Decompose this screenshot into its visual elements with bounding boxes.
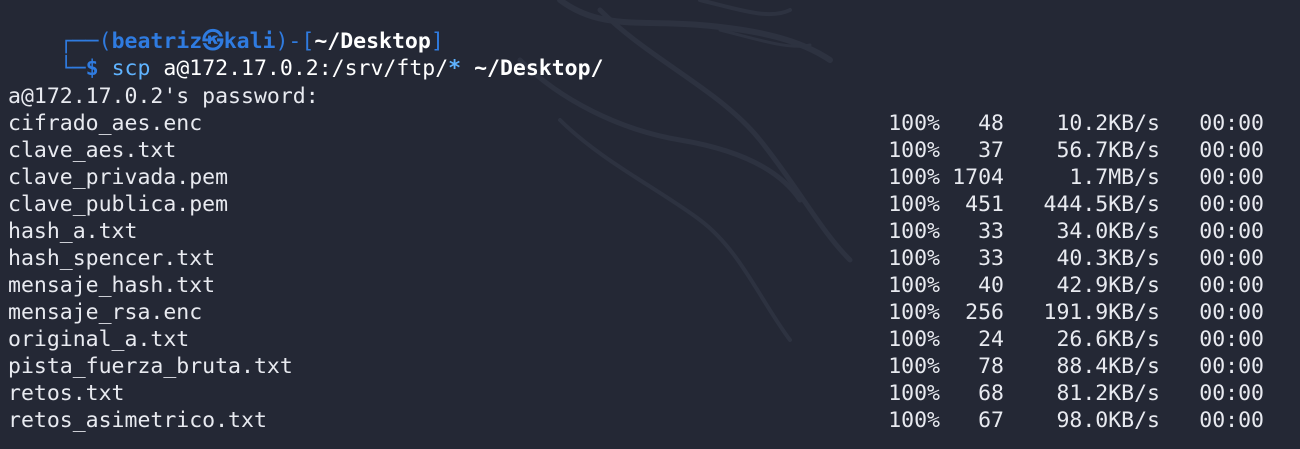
transfer-file-name: hash_a.txt bbox=[8, 219, 138, 244]
transfer-row: hash_a.txt 100% 33 34.0KB/s 00:00 bbox=[8, 218, 1288, 245]
transfer-size: 68 bbox=[978, 381, 1004, 406]
transfer-time: 00:00 bbox=[1199, 192, 1264, 217]
transfer-rate: 98.0KB/s bbox=[1056, 408, 1160, 433]
command-glob: * bbox=[448, 56, 462, 81]
transfer-rate: 42.9KB/s bbox=[1056, 273, 1160, 298]
transfer-time: 00:00 bbox=[1199, 246, 1264, 271]
transfer-file-name: hash_spencer.txt bbox=[8, 246, 216, 271]
transfer-size: 33 bbox=[978, 246, 1004, 271]
transfer-file-name: clave_aes.txt bbox=[8, 138, 177, 163]
transfer-percent: 100% bbox=[888, 165, 940, 190]
transfer-percent: 100% bbox=[888, 111, 940, 136]
transfer-size: 33 bbox=[978, 219, 1004, 244]
transfer-file-name: mensaje_rsa.enc bbox=[8, 300, 203, 325]
transfer-size: 1704 bbox=[952, 165, 1004, 190]
transfer-rate: 26.6KB/s bbox=[1056, 327, 1160, 352]
transfer-rate: 10.2KB/s bbox=[1056, 111, 1160, 136]
transfer-row: hash_spencer.txt 100% 33 40.3KB/s 00:00 bbox=[8, 245, 1288, 272]
transfer-percent: 100% bbox=[888, 408, 940, 433]
transfer-percent: 100% bbox=[888, 300, 940, 325]
transfer-file-name: retos.txt bbox=[8, 381, 125, 406]
transfer-file-name: pista_fuerza_bruta.txt bbox=[8, 354, 293, 379]
transfer-time: 00:00 bbox=[1199, 165, 1264, 190]
transfer-file-name: mensaje_hash.txt bbox=[8, 273, 216, 298]
transfer-time: 00:00 bbox=[1199, 273, 1264, 298]
transfer-file-name: retos_asimetrico.txt bbox=[8, 408, 267, 433]
command-source-arg: a@172.17.0.2:/srv/ftp/ bbox=[163, 56, 449, 81]
transfer-time: 00:00 bbox=[1199, 111, 1264, 136]
transfer-row: mensaje_hash.txt 100% 40 42.9KB/s 00:00 bbox=[8, 272, 1288, 299]
terminal-window[interactable]: ┌──(beatriz㉿kali)-[~/Desktop] └─$ scp a@… bbox=[0, 0, 1300, 449]
transfer-size: 78 bbox=[978, 354, 1004, 379]
transfer-size: 256 bbox=[965, 300, 1004, 325]
prompt-dollar: $ bbox=[85, 56, 99, 81]
transfer-rate: 34.0KB/s bbox=[1056, 219, 1160, 244]
transfer-rate: 81.2KB/s bbox=[1056, 381, 1160, 406]
transfer-row: mensaje_rsa.enc 100% 256 191.9KB/s 00:00 bbox=[8, 299, 1288, 326]
transfer-row: retos.txt 100% 68 81.2KB/s 00:00 bbox=[8, 380, 1288, 407]
transfer-row: retos_asimetrico.txt 100% 67 98.0KB/s 00:00 bbox=[8, 407, 1288, 434]
transfer-percent: 100% bbox=[888, 273, 940, 298]
transfer-file-name: cifrado_aes.enc bbox=[8, 111, 203, 136]
transfer-percent: 100% bbox=[888, 246, 940, 271]
command-name: scp bbox=[111, 56, 151, 81]
transfer-file-name: clave_privada.pem bbox=[8, 165, 229, 190]
transfer-percent: 100% bbox=[888, 327, 940, 352]
transfer-rate: 88.4KB/s bbox=[1056, 354, 1160, 379]
transfer-file-name: original_a.txt bbox=[8, 327, 190, 352]
transfer-size: 37 bbox=[978, 138, 1004, 163]
transfer-time: 00:00 bbox=[1199, 327, 1264, 352]
transfer-size: 451 bbox=[965, 192, 1004, 217]
transfer-size: 67 bbox=[978, 408, 1004, 433]
transfer-rate: 40.3KB/s bbox=[1056, 246, 1160, 271]
password-prompt: a@172.17.0.2's password: bbox=[8, 84, 319, 109]
transfer-time: 00:00 bbox=[1199, 354, 1264, 379]
transfer-row: clave_aes.txt 100% 37 56.7KB/s 00:00 bbox=[8, 137, 1288, 164]
command-dest-arg: ~/Desktop/ bbox=[474, 56, 604, 81]
transfer-time: 00:00 bbox=[1199, 300, 1264, 325]
transfer-percent: 100% bbox=[888, 192, 940, 217]
transfer-file-name: clave_publica.pem bbox=[8, 192, 229, 217]
transfer-row: cifrado_aes.enc 100% 48 10.2KB/s 00:00 bbox=[8, 110, 1288, 137]
prompt-corner-bottom: └─ bbox=[59, 56, 86, 81]
transfer-size: 40 bbox=[978, 273, 1004, 298]
transfer-size: 48 bbox=[978, 111, 1004, 136]
transfer-percent: 100% bbox=[888, 138, 940, 163]
transfer-percent: 100% bbox=[888, 219, 940, 244]
transfer-time: 00:00 bbox=[1199, 138, 1264, 163]
transfer-row: original_a.txt 100% 24 26.6KB/s 00:00 bbox=[8, 326, 1288, 353]
transfer-rate: 56.7KB/s bbox=[1056, 138, 1160, 163]
transfer-row: clave_publica.pem 100% 451 444.5KB/s 00:00 bbox=[8, 191, 1288, 218]
transfer-rate: 444.5KB/s bbox=[1043, 192, 1161, 217]
transfer-time: 00:00 bbox=[1199, 219, 1264, 244]
transfer-row: pista_fuerza_bruta.txt 100% 78 88.4KB/s 00:0… bbox=[8, 353, 1288, 380]
transfer-time: 00:00 bbox=[1199, 408, 1264, 433]
command-line: └─$ scp a@172.17.0.2:/srv/ftp/* ~/Deskto… bbox=[8, 28, 604, 81]
transfer-percent: 100% bbox=[888, 381, 940, 406]
transfer-rate: 1.7MB/s bbox=[1069, 165, 1160, 190]
transfer-rate: 191.9KB/s bbox=[1043, 300, 1161, 325]
transfer-row: clave_privada.pem 100% 1704 1.7MB/s 00:00 bbox=[8, 164, 1288, 191]
transfer-size: 24 bbox=[978, 327, 1004, 352]
transfer-percent: 100% bbox=[888, 354, 940, 379]
prompt-line-top: ┌──(beatriz㉿kali)-[~/Desktop] bbox=[8, 1, 444, 54]
transfer-time: 00:00 bbox=[1199, 381, 1264, 406]
